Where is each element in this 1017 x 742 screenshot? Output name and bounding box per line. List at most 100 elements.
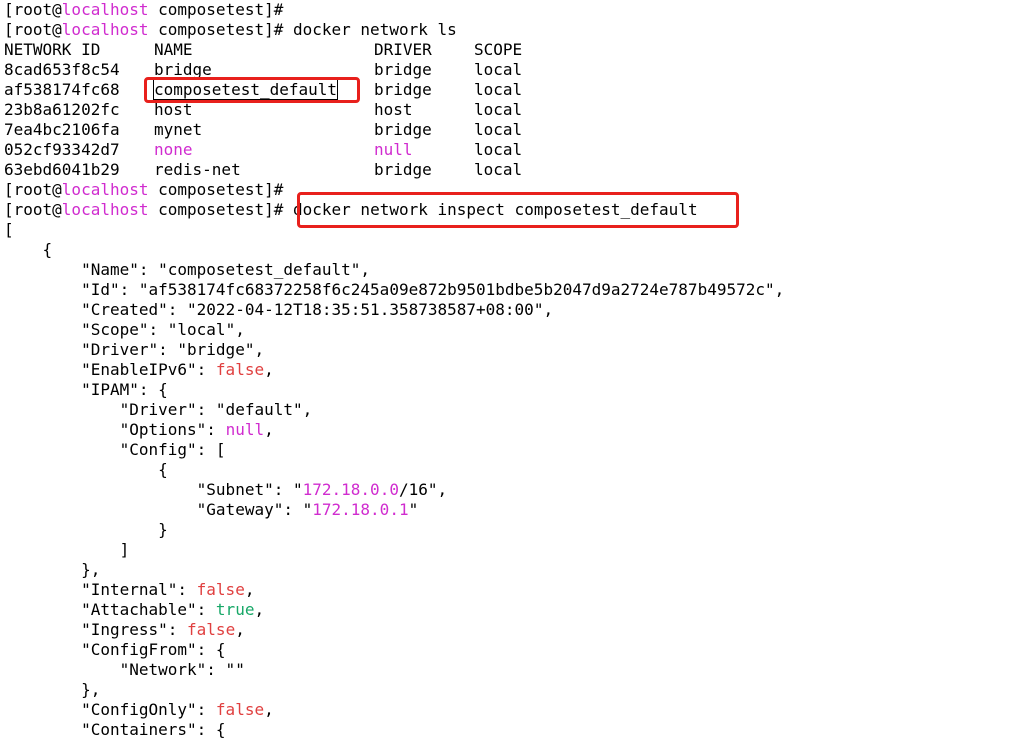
json-key: "ConfigFrom": { [4,640,226,659]
json-line: { [4,240,1017,260]
prompt-rest: composetest]# [148,200,284,219]
json-key: "EnableIPv6": [4,360,216,379]
json-value-false: false [187,620,236,639]
header-scope: SCOPE [474,40,523,59]
json-key: "Gateway": " [4,500,313,519]
json-value: "af538174fc68372258f6c245a09e872b9501bdb… [138,280,785,299]
table-row: 052cf93342d7 none null local [4,140,1017,160]
command-line-inspect: [root@localhost composetest]# docker net… [4,200,1017,220]
json-line: "Containers": { [4,720,1017,740]
network-scope: local [474,140,523,159]
json-value: "local", [167,320,245,339]
network-id: 052cf93342d7 [4,140,120,159]
json-comma: , [264,700,274,719]
prompt-rest: composetest]# [148,180,284,199]
json-line: "Internal": false, [4,580,1017,600]
table-row: 7ea4bc2106fa mynet bridge local [4,120,1017,140]
prompt-host: localhost [61,0,149,19]
command-inspect: docker network inspect composetest_defau… [293,200,698,219]
json-line: "Name": "composetest_default", [4,260,1017,280]
json-line: "Options": null, [4,420,1017,440]
json-value-true: true [215,600,255,619]
network-name-selected[interactable]: composetest_default [152,79,339,100]
network-id: 23b8a61202fc [4,100,120,119]
json-value-false: false [196,580,245,599]
json-brace: { [4,460,168,479]
json-line: { [4,460,1017,480]
json-line: "Created": "2022-04-12T18:35:51.35873858… [4,300,1017,320]
command-ls: docker network ls [283,20,457,39]
prompt-line: [root@localhost composetest]# [4,180,1017,200]
terminal-output[interactable]: [root@localhost composetest]# [root@loca… [0,0,1017,742]
json-line: "Scope": "local", [4,320,1017,340]
json-brace: } [4,520,168,539]
json-key: "Containers": { [4,720,226,739]
json-line: } [4,520,1017,540]
network-name: mynet [154,120,203,139]
network-driver: bridge [374,160,432,179]
json-line: ] [4,540,1017,560]
json-value: "default", [215,400,313,419]
prompt-rest: composetest]# [148,20,284,39]
command-line-ls: [root@localhost composetest]# docker net… [4,20,1017,40]
json-key: "Network": "" [4,660,245,679]
network-name: none [154,140,193,159]
json-key: "Attachable": [4,600,216,619]
header-network-id: NETWORK ID [4,40,101,59]
json-key: "Driver": [4,400,216,419]
prompt-open: [root@ [4,20,62,39]
json-value: /16", [398,480,448,499]
network-driver: bridge [374,60,432,79]
json-line: "EnableIPv6": false, [4,360,1017,380]
json-line: "Gateway": "172.18.0.1" [4,500,1017,520]
table-row: 63ebd6041b29 redis-net bridge local [4,160,1017,180]
prompt-line: [root@localhost composetest]# [4,0,1017,20]
json-brace: { [4,240,53,259]
json-comma: , [235,620,245,639]
network-driver: bridge [374,120,432,139]
json-line: }, [4,680,1017,700]
network-driver: bridge [374,80,432,99]
json-key: "Driver": [4,340,178,359]
network-scope: local [474,160,523,179]
json-line: "Driver": "bridge", [4,340,1017,360]
network-scope: local [474,80,523,99]
json-value-ip: 172.18.0.0 [302,480,399,499]
json-key: "IPAM": { [4,380,168,399]
json-comma: , [254,600,265,619]
network-id: 63ebd6041b29 [4,160,120,179]
json-line: [ [4,220,1017,240]
network-driver: host [374,100,413,119]
network-name: host [154,100,193,119]
json-line: "Attachable": true, [4,600,1017,620]
table-row: af538174fc68 composetest_default bridge loc… [4,79,1017,100]
json-value-ip: 172.18.0.1 [312,500,409,519]
network-scope: local [474,120,523,139]
json-bracket: [ [4,220,14,239]
table-row: 8cad653f8c54 bridge bridge local [4,60,1017,80]
json-line: "Id": "af538174fc68372258f6c245a09e872b9… [4,280,1017,300]
json-line: "ConfigOnly": false, [4,700,1017,720]
json-value: "composetest_default", [158,260,371,279]
json-value: "2022-04-12T18:35:51.358738587+08:00", [187,300,554,319]
json-key: "Subnet": " [4,480,303,499]
json-key: "Name": [4,260,159,279]
prompt-open: [root@ [4,200,62,219]
json-bracket: ] [4,540,130,559]
json-comma: , [264,420,274,439]
prompt-host: localhost [61,200,149,219]
json-brace: }, [4,680,101,699]
json-key: "Scope": [4,320,168,339]
network-driver: null [374,140,413,159]
network-id: af538174fc68 [4,80,120,99]
json-brace: }, [4,560,101,579]
json-value-false: false [215,360,265,379]
network-name: redis-net [154,160,241,179]
prompt-open: [root@ [4,180,62,199]
network-scope: local [474,100,523,119]
json-value-false: false [215,700,265,719]
json-line: "Network": "" [4,660,1017,680]
prompt-host: localhost [61,20,149,39]
json-value: " [408,500,419,519]
json-key: "Id": [4,280,139,299]
